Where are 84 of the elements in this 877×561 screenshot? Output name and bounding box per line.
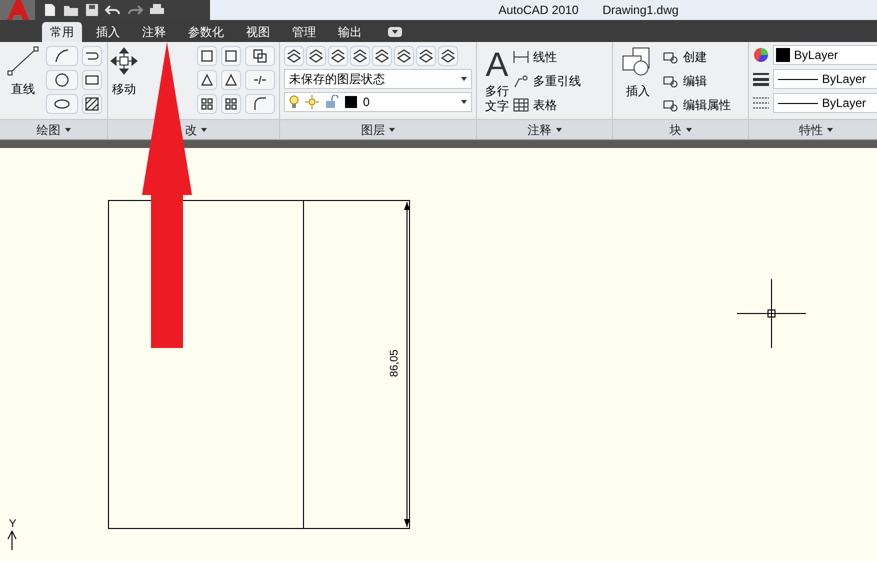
rectangle-icon[interactable]: [82, 70, 102, 90]
app-title: AutoCAD 2010: [498, 2, 578, 19]
line-button[interactable]: 直线: [4, 46, 42, 119]
caret-icon[interactable]: [461, 100, 467, 104]
modify-tool-icon[interactable]: [197, 46, 217, 66]
layer-tool-icon[interactable]: [328, 46, 348, 66]
move-button[interactable]: 移动: [109, 46, 139, 119]
linetype-dropdown[interactable]: ByLayer: [773, 93, 877, 113]
ribbon-tab[interactable]: 注释: [134, 22, 174, 42]
annotation-tool-button[interactable]: 线性: [513, 48, 581, 66]
crosshair-cursor: [737, 279, 806, 348]
block-tool-button[interactable]: 编辑属性: [663, 96, 731, 114]
ribbon-tab[interactable]: 插入: [88, 22, 128, 42]
folder-icon: [63, 3, 79, 17]
color-dropdown[interactable]: ByLayer: [773, 45, 877, 65]
block-tool-icon: [663, 74, 679, 88]
modify-tool-icon[interactable]: [197, 94, 217, 114]
caret-icon[interactable]: [201, 128, 207, 132]
lightbulb-icon: [289, 95, 299, 109]
panel-title[interactable]: 块: [670, 120, 682, 138]
color-wheel-icon: [753, 47, 769, 63]
layer-color-swatch: [345, 96, 357, 108]
dimension-text: 86,05: [388, 349, 402, 377]
layer-tool-icon[interactable]: [306, 46, 326, 66]
caret-icon[interactable]: [556, 128, 562, 132]
layer-tool-icon[interactable]: [372, 46, 392, 66]
layer-tool-icon[interactable]: [350, 46, 370, 66]
polyline-icon[interactable]: [82, 46, 102, 66]
block-tool-icon: [663, 98, 679, 112]
ucs-axis-label: Y: [9, 517, 16, 532]
panel-title[interactable]: 改: [185, 120, 197, 138]
layer-tool-icon[interactable]: [438, 46, 458, 66]
undo-icon: [105, 3, 121, 17]
break-icon[interactable]: [245, 70, 275, 90]
multiline-text-button[interactable]: A 多行 文字: [485, 46, 509, 119]
sun-icon: [305, 95, 319, 109]
layer-dropdown[interactable]: 0: [284, 92, 472, 112]
ribbon-tab[interactable]: 常用: [42, 22, 82, 42]
move-icon: [109, 46, 139, 76]
lineweight-dropdown[interactable]: ByLayer: [773, 69, 877, 89]
copy-icon[interactable]: [245, 46, 275, 66]
layer-tool-icon[interactable]: [416, 46, 436, 66]
layer-tool-icon[interactable]: [394, 46, 414, 66]
insert-block-button[interactable]: 插入: [621, 46, 655, 119]
redo-icon: [127, 3, 143, 17]
lineweight-icon: [753, 72, 769, 86]
annotation-tool-icon: [513, 50, 529, 64]
panel-title[interactable]: 图层: [361, 120, 385, 138]
panel-title[interactable]: 特性: [799, 120, 823, 138]
linetype-icon: [753, 96, 769, 110]
caret-icon[interactable]: [64, 128, 70, 132]
minimize-ribbon-icon[interactable]: [388, 27, 402, 37]
modify-tool-icon[interactable]: [197, 70, 217, 90]
caret-icon[interactable]: [461, 77, 467, 81]
annotation-tool-icon: [513, 98, 529, 112]
ribbon-tab[interactable]: 视图: [238, 22, 278, 42]
block-tool-icon: [663, 50, 679, 64]
caret-icon[interactable]: [686, 128, 692, 132]
layer-state-dropdown[interactable]: 未保存的图层状态: [284, 69, 472, 89]
line-icon: [7, 46, 39, 76]
annotation-tool-icon: [513, 74, 529, 88]
modify-tool-icon[interactable]: [221, 70, 241, 90]
layer-tool-icon[interactable]: [284, 46, 304, 66]
fillet-icon[interactable]: [245, 94, 275, 114]
arc-icon[interactable]: [46, 46, 78, 66]
caret-icon[interactable]: [827, 128, 833, 132]
annotation-tool-button[interactable]: 表格: [513, 96, 581, 114]
modify-tool-icon[interactable]: [221, 46, 241, 66]
ucs-axis-icon: [6, 530, 18, 550]
block-tool-button[interactable]: 创建: [663, 48, 731, 66]
ribbon-tab[interactable]: 输出: [330, 22, 370, 42]
print-icon: [149, 3, 165, 17]
annotation-tool-button[interactable]: 多重引线: [513, 72, 581, 90]
block-tool-button[interactable]: 编辑: [663, 72, 731, 90]
panel-title[interactable]: 注释: [528, 120, 552, 138]
ribbon-tab[interactable]: 管理: [284, 22, 324, 42]
padlock-icon: [325, 95, 339, 109]
caret-icon[interactable]: [389, 128, 395, 132]
new-file-icon: [43, 3, 57, 17]
modify-tool-icon[interactable]: [221, 94, 241, 114]
save-icon: [85, 3, 99, 17]
hatch-icon[interactable]: [82, 94, 102, 114]
document-title: Drawing1.dwg: [602, 2, 679, 19]
ribbon-tab[interactable]: 参数化: [180, 22, 232, 42]
